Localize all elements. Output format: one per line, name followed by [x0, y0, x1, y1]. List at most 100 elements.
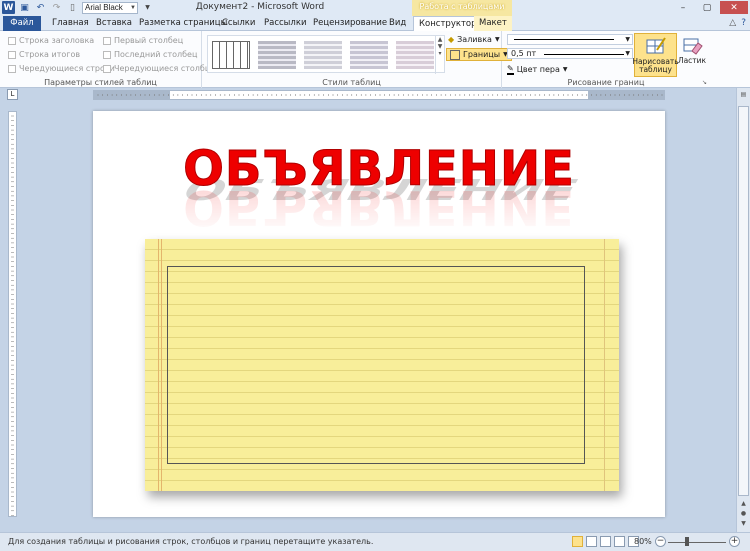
zoom-out-icon[interactable]: −	[655, 536, 666, 547]
document-page[interactable]: ОБЪЯВЛЕНИЕ ОБЪЯВЛЕНИЕ ОБЪЯВЛЕНИЕ	[93, 111, 665, 517]
next-page-icon[interactable]: ▼	[737, 520, 750, 531]
full-screen-icon[interactable]	[586, 536, 597, 547]
checkbox-label: Последний столбец	[114, 50, 198, 59]
tab-selector-icon[interactable]: L	[7, 89, 18, 100]
outline-icon[interactable]	[614, 536, 625, 547]
help-icon[interactable]: ?	[741, 18, 746, 28]
ruler-ticks	[97, 94, 663, 96]
table-style-grid[interactable]	[212, 41, 250, 69]
checkbox-banded-rows[interactable]: Чередующиеся строки	[8, 64, 115, 73]
ruler-ticks	[11, 115, 14, 516]
scrollbar-thumb[interactable]	[738, 106, 749, 496]
checkbox-box[interactable]	[8, 64, 16, 73]
tab-view[interactable]: Вид	[384, 16, 411, 31]
checkbox-first-column[interactable]: Первый столбец	[103, 36, 183, 45]
group-label: Параметры стилей таблиц	[44, 78, 157, 87]
checkbox-box[interactable]	[103, 64, 111, 73]
gallery-scroll[interactable]: ▲ ▼ ▾	[435, 36, 444, 74]
vertical-scrollbar[interactable]: ▤ ▲ ● ▼	[736, 88, 750, 532]
title-bar: W ▣ ↶ ↷ ▯ Arial Black ▼ ▼ Документ2 - Mi…	[0, 0, 750, 16]
tab-design[interactable]: Конструктор	[413, 16, 483, 31]
group-table-styles: ▲ ▼ ▾ ◆ Заливка ▼ Границы ▼ Стили таблиц	[202, 31, 512, 88]
dialog-launcher-icon[interactable]: ↘	[702, 79, 707, 86]
checkbox-header-row[interactable]: Строка заголовка	[8, 36, 94, 45]
line-style-sample	[514, 39, 614, 40]
tab-review[interactable]: Рецензирование	[308, 16, 392, 31]
table-style-4[interactable]	[350, 41, 388, 69]
table-styles-gallery: ▲ ▼ ▾	[207, 35, 445, 74]
checkbox-box[interactable]	[8, 36, 16, 45]
paint-bucket-icon: ◆	[448, 35, 455, 44]
checkbox-box[interactable]	[103, 36, 111, 45]
zoom-slider-thumb[interactable]	[685, 537, 689, 546]
ruler-toggle-icon[interactable]: ▤	[737, 91, 750, 102]
group-label: Рисование границ	[567, 78, 645, 87]
zoom-in-icon[interactable]: +	[729, 536, 740, 547]
headline-wordart[interactable]: ОБЪЯВЛЕНИЕ	[93, 141, 665, 198]
tab-mailings[interactable]: Рассылки	[259, 16, 311, 31]
chevron-down-icon: ▼	[562, 66, 568, 73]
line-weight-select[interactable]: 0,5 пт ▼	[507, 48, 633, 59]
chevron-down-icon[interactable]: ▼	[438, 43, 443, 50]
zoom-level[interactable]: 80%	[634, 537, 652, 546]
table-style-3[interactable]	[304, 41, 342, 69]
ribbon-tabs: Файл Главная Вставка Разметка страницы С…	[0, 16, 750, 31]
checkbox-label: Первый столбец	[114, 36, 184, 45]
ribbon: Строка заголовка Строка итогов Чередующи…	[0, 31, 750, 88]
chevron-up-icon[interactable]: ▲	[438, 36, 443, 43]
vertical-ruler[interactable]	[8, 111, 17, 517]
draw-table-icon	[646, 37, 666, 54]
line-style-select[interactable]: ▼	[507, 34, 633, 45]
notepad-margin-line	[161, 239, 162, 491]
zoom-slider[interactable]	[668, 542, 726, 543]
draw-table-label: Нарисовать таблицу	[632, 57, 679, 74]
tab-right-icons: △ ?	[729, 18, 746, 28]
eraser-icon	[683, 38, 703, 55]
chevron-down-icon[interactable]: ▼	[625, 49, 630, 58]
pen-color-icon: ✎	[507, 64, 514, 75]
window-controls: – ▢ ✕	[672, 1, 748, 14]
line-weight-sample	[544, 54, 624, 55]
horizontal-ruler[interactable]	[93, 90, 665, 100]
borders-icon	[450, 49, 460, 60]
eraser-button[interactable]: Ластик	[678, 33, 706, 77]
table-style-5[interactable]	[396, 41, 434, 69]
borders-label: Границы	[463, 50, 501, 59]
checkbox-label: Строка заголовка	[19, 36, 95, 45]
notepad-image[interactable]	[145, 239, 619, 491]
more-icon[interactable]: ▾	[438, 50, 441, 57]
print-layout-icon[interactable]	[572, 536, 583, 547]
checkbox-label: Чередующиеся строки	[19, 64, 115, 73]
shading-button[interactable]: ◆ Заливка ▼	[448, 35, 500, 44]
web-layout-icon[interactable]	[600, 536, 611, 547]
group-table-style-options: Строка заголовка Строка итогов Чередующи…	[0, 31, 217, 88]
checkbox-label: Строка итогов	[19, 50, 81, 59]
drawn-table[interactable]	[167, 266, 585, 464]
close-icon[interactable]: ✕	[720, 1, 748, 14]
tab-references[interactable]: Ссылки	[217, 16, 260, 31]
shading-label: Заливка	[457, 35, 492, 44]
group-draw-borders: ▼ 0,5 пт ▼ ✎ Цвет пера ▼ Нарисовать табл…	[502, 31, 710, 88]
pen-color-button[interactable]: ✎ Цвет пера ▼	[507, 64, 568, 75]
context-tab-title: Работа с таблицами	[412, 0, 512, 16]
tab-file[interactable]: Файл	[3, 16, 41, 31]
eraser-label: Ластик	[677, 56, 707, 65]
tab-home[interactable]: Главная	[47, 16, 94, 31]
tab-layout[interactable]: Макет	[474, 16, 512, 31]
notepad-margin-line	[604, 239, 605, 491]
tab-insert[interactable]: Вставка	[91, 16, 137, 31]
status-bar: Для создания таблицы и рисования строк, …	[0, 532, 750, 551]
checkbox-banded-columns[interactable]: Чередующиеся столбцы	[103, 64, 217, 73]
minimize-icon[interactable]: –	[672, 1, 694, 14]
line-weight-value: 0,5 пт	[511, 49, 537, 58]
minimize-ribbon-icon[interactable]: △	[729, 18, 736, 28]
checkbox-total-row[interactable]: Строка итогов	[8, 50, 80, 59]
restore-icon[interactable]: ▢	[696, 1, 718, 14]
checkbox-box[interactable]	[8, 50, 16, 59]
checkbox-last-column[interactable]: Последний столбец	[103, 50, 197, 59]
checkbox-box[interactable]	[103, 50, 111, 59]
chevron-down-icon[interactable]: ▼	[625, 35, 630, 44]
status-hint: Для создания таблицы и рисования строк, …	[8, 537, 374, 546]
draw-table-button[interactable]: Нарисовать таблицу	[632, 33, 679, 77]
table-style-2[interactable]	[258, 41, 296, 69]
